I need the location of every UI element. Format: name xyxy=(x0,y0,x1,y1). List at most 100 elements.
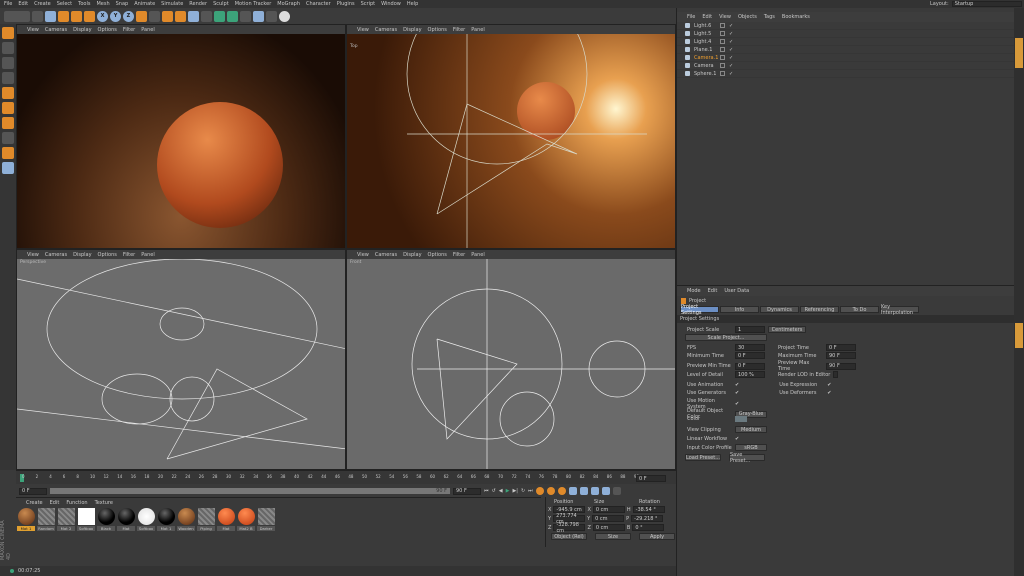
tab-info[interactable]: Info xyxy=(720,306,759,313)
subdivision-icon[interactable] xyxy=(214,10,225,22)
objects-tab[interactable] xyxy=(1015,38,1023,68)
undo-icon[interactable] xyxy=(4,10,30,22)
preview-max-input[interactable]: 90 F xyxy=(826,362,856,370)
viewport-menu-panel[interactable]: Panel xyxy=(141,252,155,258)
mat-menu-texture[interactable]: Texture xyxy=(95,500,113,506)
cube-icon[interactable] xyxy=(188,10,199,22)
lod-input[interactable]: 100 % xyxy=(735,371,765,378)
viewport-menu-filter[interactable]: Filter xyxy=(123,27,135,33)
key-pla-icon[interactable] xyxy=(612,487,621,495)
deformer-icon[interactable] xyxy=(240,10,251,22)
material-swatch[interactable]: Random xyxy=(37,508,55,531)
max-time-input[interactable]: 90 F xyxy=(826,352,856,359)
material-swatch[interactable]: Mat 2 xyxy=(57,508,75,531)
mat-menu-edit[interactable]: Edit xyxy=(50,500,60,506)
use-animation-checkbox[interactable]: ✔ xyxy=(735,382,739,388)
linear-workflow-checkbox[interactable]: ✔ xyxy=(735,436,739,442)
make-editable-icon[interactable] xyxy=(2,27,14,39)
key-rotation-icon[interactable] xyxy=(590,487,599,495)
enable-check-icon[interactable]: ✓ xyxy=(729,55,733,61)
keyframe-selection-icon[interactable] xyxy=(557,487,566,495)
coord-rot-field[interactable]: -29.218 ° xyxy=(631,515,664,522)
viewport-menu-view[interactable]: View xyxy=(27,27,39,33)
autokey-icon[interactable] xyxy=(546,487,555,495)
viewport-menu-panel[interactable]: Panel xyxy=(471,27,485,33)
coord-size-field[interactable]: 0 cm xyxy=(592,515,625,522)
menu-render[interactable]: Render xyxy=(189,1,207,7)
menu-character[interactable]: Character xyxy=(306,1,331,7)
menu-motion-tracker[interactable]: Motion Tracker xyxy=(235,1,272,7)
preview-range-slider[interactable]: 90 F xyxy=(50,488,450,494)
menu-plugins[interactable]: Plugins xyxy=(337,1,355,7)
viewport-menu-view[interactable]: View xyxy=(357,27,369,33)
attr-menu-mode[interactable]: Mode xyxy=(687,288,701,294)
prev-key-icon[interactable]: ↺ xyxy=(492,488,496,494)
texture-mode-icon[interactable] xyxy=(2,57,14,69)
menu-mesh[interactable]: Mesh xyxy=(96,1,109,7)
tab-dynamics[interactable]: Dynamics xyxy=(760,306,799,313)
render-lod-checkbox[interactable] xyxy=(833,371,839,378)
viewport-menu-cameras[interactable]: Cameras xyxy=(45,252,67,258)
menu-window[interactable]: Window xyxy=(381,1,401,7)
material-swatch[interactable]: Wooden xyxy=(177,508,195,531)
use-expression-checkbox[interactable]: ✔ xyxy=(827,382,831,388)
object-name[interactable]: Camera.1 xyxy=(694,55,718,61)
om-menu-file[interactable]: File xyxy=(687,14,695,20)
start-frame-field[interactable]: 0 F xyxy=(19,487,47,495)
viewport-menu-view[interactable]: View xyxy=(357,252,369,258)
timeline-ruler[interactable]: 0 2 4 6 8 10 12 14 16 18 20 22 24 26 28 30 32 34 36 38 40 42 4… xyxy=(16,470,676,484)
use-deformers-checkbox[interactable]: ✔ xyxy=(827,390,831,396)
viewport-render[interactable]: View Cameras Display Options Filter Panel xyxy=(16,24,346,249)
view-clipping-dropdown[interactable]: Medium xyxy=(735,426,767,433)
viewport-menu-cameras[interactable]: Cameras xyxy=(375,252,397,258)
object-name[interactable]: Light.4 xyxy=(694,39,716,45)
fps-input[interactable]: 30 xyxy=(735,344,765,351)
object-name[interactable]: Light.6 xyxy=(694,23,716,29)
scale-unit-dropdown[interactable]: Centimeters xyxy=(768,326,806,333)
current-frame-field[interactable]: 0 F xyxy=(636,475,666,482)
key-param-icon[interactable] xyxy=(601,487,610,495)
object-row[interactable]: Light.5 ✓ xyxy=(677,30,1014,38)
camera-icon[interactable] xyxy=(266,10,277,22)
visibility-toggle[interactable] xyxy=(720,39,725,44)
visibility-toggle[interactable] xyxy=(720,71,725,76)
go-to-start-icon[interactable]: ⏮ xyxy=(484,488,489,494)
enable-check-icon[interactable]: ✓ xyxy=(729,63,733,69)
object-row[interactable]: Camera.1 ✓ xyxy=(677,54,1014,62)
om-menu-edit[interactable]: Edit xyxy=(702,14,712,20)
render-picture-viewer-icon[interactable] xyxy=(162,10,173,22)
coord-size-field[interactable]: 0 cm xyxy=(592,524,625,531)
viewport-front[interactable]: View Cameras Display Options Filter Panel Fro… xyxy=(346,249,676,470)
object-row[interactable]: Light.4 ✓ xyxy=(677,38,1014,46)
load-preset-button[interactable]: Load Preset... xyxy=(685,454,721,461)
om-menu-view[interactable]: View xyxy=(719,14,731,20)
render-view-icon[interactable] xyxy=(149,10,160,22)
object-row[interactable]: Sphere.1 ✓ xyxy=(677,70,1014,78)
coord-pos-field[interactable]: -328.798 cm xyxy=(553,522,586,534)
viewport-menu-options[interactable]: Options xyxy=(98,252,117,258)
viewport-menu-cameras[interactable]: Cameras xyxy=(45,27,67,33)
viewport-menu-filter[interactable]: Filter xyxy=(123,252,135,258)
pen-icon[interactable] xyxy=(201,10,212,22)
coordinate-system-icon[interactable] xyxy=(136,10,147,22)
use-generators-checkbox[interactable]: ✔ xyxy=(735,390,739,396)
mat-menu-create[interactable]: Create xyxy=(26,500,43,506)
workplane-icon[interactable] xyxy=(2,72,14,84)
viewport-menu-filter[interactable]: Filter xyxy=(453,252,465,258)
enable-check-icon[interactable]: ✓ xyxy=(729,47,733,53)
attributes-tab[interactable] xyxy=(1015,323,1023,348)
material-swatch[interactable]: Mat 1 xyxy=(157,508,175,531)
light-icon[interactable] xyxy=(279,10,290,22)
record-icon[interactable] xyxy=(535,487,544,495)
floor-icon[interactable] xyxy=(253,10,264,22)
viewport-menu-panel[interactable]: Panel xyxy=(471,252,485,258)
points-mode-icon[interactable] xyxy=(2,87,14,99)
key-scale-icon[interactable] xyxy=(579,487,588,495)
layout-dropdown[interactable]: Startup xyxy=(951,1,1022,7)
z-axis-button[interactable]: Z xyxy=(123,10,134,22)
object-row[interactable]: Camera ✓ xyxy=(677,62,1014,70)
next-key-icon[interactable]: ↻ xyxy=(521,488,525,494)
object-name[interactable]: Camera xyxy=(694,63,716,69)
viewport-menu-cameras[interactable]: Cameras xyxy=(375,27,397,33)
rotate-icon[interactable] xyxy=(71,10,82,22)
